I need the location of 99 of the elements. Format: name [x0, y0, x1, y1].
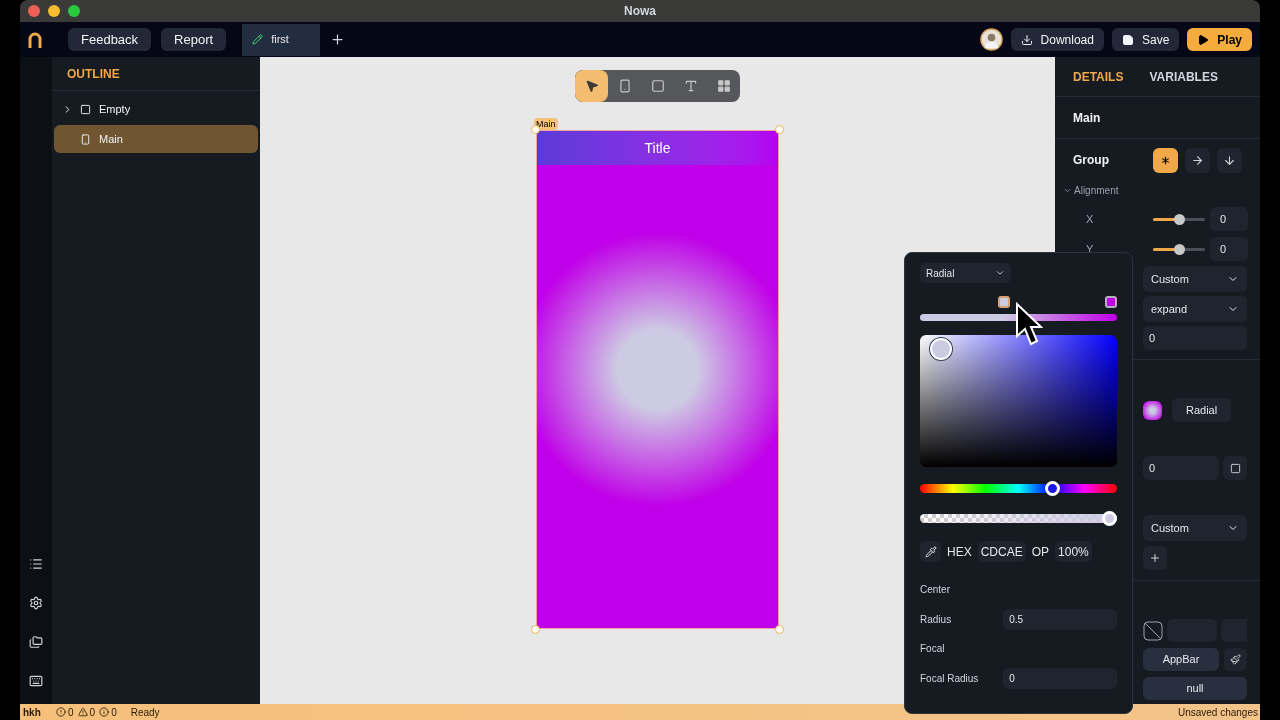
- add-button[interactable]: [1143, 546, 1167, 570]
- info-icon: [99, 707, 110, 717]
- direction-button[interactable]: [1153, 147, 1178, 173]
- alpha-slider[interactable]: [920, 514, 1117, 523]
- download-icon: [1020, 33, 1033, 46]
- section-title: Group: [1073, 152, 1109, 169]
- edit-button[interactable]: [1224, 648, 1247, 671]
- resize-handle[interactable]: [775, 625, 784, 634]
- panel-tab[interactable]: VARIABLES: [1149, 67, 1218, 86]
- file-tab[interactable]: first: [242, 23, 321, 56]
- avatar[interactable]: [979, 28, 1003, 51]
- pointer-icon: [584, 79, 599, 93]
- logo-icon: [28, 31, 42, 48]
- phone-icon: [617, 79, 632, 93]
- error-icon: [56, 707, 66, 717]
- settings-icon[interactable]: [29, 596, 43, 610]
- selection-label: Main: [534, 118, 558, 130]
- alignment-toggle[interactable]: Alignment: [1055, 181, 1127, 199]
- appbar-button[interactable]: AppBar: [1143, 648, 1219, 671]
- param-field[interactable]: 0.5: [1003, 608, 1117, 630]
- info-count: 0: [111, 705, 117, 720]
- warning-count: 0: [89, 705, 96, 720]
- save-icon: [1121, 33, 1134, 46]
- app-title: Title: [644, 138, 671, 158]
- text-icon: [683, 79, 698, 93]
- cursor-icon: [1015, 302, 1043, 348]
- pencil-icon: [252, 34, 264, 45]
- keyboard-icon[interactable]: [29, 674, 43, 688]
- list-icon[interactable]: [29, 557, 43, 571]
- number-field[interactable]: 0: [1143, 326, 1247, 350]
- param-label: Radius: [920, 612, 953, 627]
- play-icon: [1197, 33, 1210, 46]
- toolbar-button[interactable]: Feedback: [68, 28, 152, 51]
- opacity-label: OP: [1031, 543, 1050, 561]
- param-field[interactable]: 0: [1003, 667, 1117, 689]
- slider-thumb[interactable]: [1174, 213, 1185, 225]
- direction-button[interactable]: [1185, 147, 1210, 173]
- panel-tab[interactable]: DETAILS: [1073, 67, 1124, 86]
- play-button[interactable]: Play: [1187, 28, 1252, 51]
- hue-slider[interactable]: [920, 484, 1117, 493]
- eyedropper-icon: [924, 545, 937, 558]
- dropdown[interactable]: Custom: [1143, 515, 1247, 541]
- tool-button[interactable]: [575, 70, 608, 102]
- outline-item[interactable]: Empty: [54, 95, 258, 123]
- fill-swatch[interactable]: [1143, 400, 1162, 420]
- chevron-down-icon: [995, 268, 1005, 278]
- border-button[interactable]: [1223, 456, 1247, 480]
- save-button[interactable]: Save: [1111, 28, 1180, 51]
- dropdown[interactable]: expand: [1143, 296, 1247, 322]
- hex-label: HEX: [947, 543, 972, 561]
- gradient-stop[interactable]: [1105, 296, 1117, 308]
- arrow-right-icon: [1191, 153, 1204, 167]
- resize-handle[interactable]: [531, 625, 540, 634]
- plus-icon: [1149, 552, 1161, 564]
- warning-icon: [77, 707, 88, 717]
- error-count: 0: [68, 705, 74, 720]
- fill-type[interactable]: Radial: [1172, 398, 1232, 422]
- alpha-thumb[interactable]: [1102, 511, 1117, 526]
- no-color-icon[interactable]: [1143, 620, 1163, 641]
- toolbar-button[interactable]: Report: [161, 28, 227, 51]
- window-title: Nowa: [624, 3, 656, 20]
- direction-button[interactable]: [1217, 147, 1242, 173]
- gradient-stop[interactable]: [997, 296, 1010, 308]
- unsaved-message: Unsaved changes: [1177, 705, 1259, 720]
- dropdown[interactable]: Custom: [1143, 266, 1247, 292]
- arrow-down-icon: [1223, 153, 1236, 167]
- hex-field[interactable]: CDCAE: [977, 541, 1026, 562]
- param-label: Focal Radius: [920, 671, 980, 686]
- outline-item[interactable]: Main: [54, 125, 258, 153]
- user-name: hkh: [22, 705, 42, 720]
- phone-icon: [80, 133, 91, 145]
- gradient-type-dropdown[interactable]: Radial: [920, 263, 1011, 283]
- eyedropper-button[interactable]: [920, 541, 941, 562]
- number-field[interactable]: 0: [1210, 237, 1248, 261]
- download-button[interactable]: Download: [1010, 28, 1104, 51]
- panel-title: OUTLINE: [67, 65, 120, 83]
- number-field[interactable]: 0: [1143, 456, 1219, 480]
- square-icon: [650, 79, 665, 93]
- number-field[interactable]: 0: [1210, 207, 1248, 231]
- hue-thumb[interactable]: [1045, 481, 1060, 496]
- param-label: Focal: [920, 642, 946, 657]
- opacity-field[interactable]: 100%: [1055, 541, 1092, 562]
- resize-handle[interactable]: [531, 125, 540, 134]
- saturation-area[interactable]: [920, 335, 1117, 467]
- add-tab-icon[interactable]: [330, 32, 346, 47]
- brush-icon: [1230, 654, 1241, 665]
- gradient-bar[interactable]: [920, 314, 1117, 321]
- square-icon: [80, 103, 91, 115]
- color-thumb[interactable]: [930, 338, 952, 360]
- null-button[interactable]: null: [1143, 677, 1247, 700]
- param-label: Center: [920, 583, 951, 598]
- axis-label: X: [1085, 211, 1095, 227]
- widget-name: Main: [1073, 109, 1101, 127]
- status-text: Ready: [130, 705, 160, 720]
- folders-icon[interactable]: [29, 635, 43, 649]
- resize-handle[interactable]: [775, 125, 784, 134]
- widgets-icon: [716, 79, 731, 93]
- slider-thumb[interactable]: [1174, 243, 1185, 255]
- square-icon: [1229, 462, 1241, 474]
